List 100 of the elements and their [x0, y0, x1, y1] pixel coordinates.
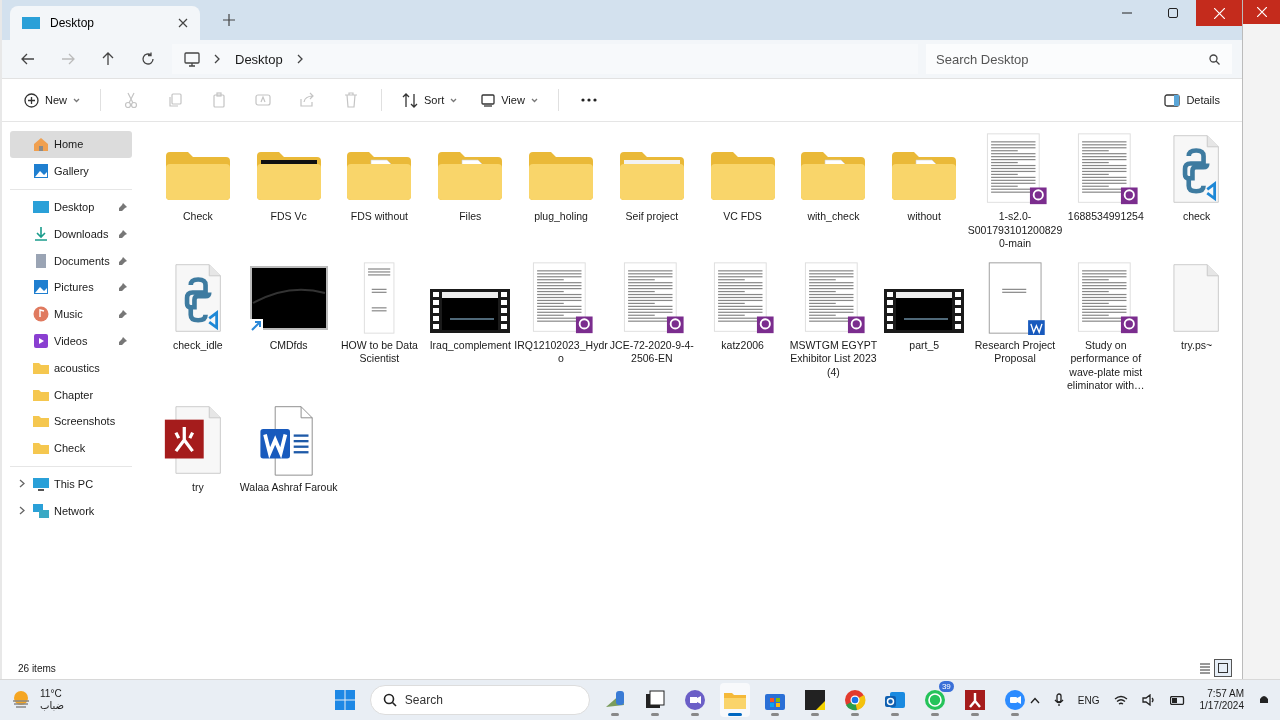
- sidebar-item[interactable]: Pictures: [10, 274, 133, 301]
- file-item[interactable]: CMDfds: [243, 258, 335, 395]
- sidebar-item[interactable]: Desktop: [10, 193, 133, 221]
- search-field[interactable]: Search Desktop: [926, 44, 1232, 74]
- notification-count: 39: [938, 681, 954, 692]
- caret-icon: [450, 97, 458, 103]
- close-button[interactable]: [1243, 0, 1280, 24]
- desktop-icon: [32, 198, 50, 216]
- weather-condition: ضباب: [40, 700, 64, 712]
- weather-icon[interactable]: [10, 689, 32, 711]
- microphone-icon[interactable]: [1053, 693, 1064, 707]
- chevron-icon[interactable]: [214, 54, 221, 64]
- breadcrumb-item[interactable]: Desktop: [235, 51, 283, 67]
- wifi-icon[interactable]: [1113, 694, 1128, 706]
- clock-date[interactable]: 1/17/2024: [1199, 700, 1244, 712]
- monitor-icon: [481, 93, 496, 107]
- maximize-icon: [1168, 8, 1178, 18]
- explorer-taskbar-button[interactable]: [719, 683, 750, 717]
- file-item[interactable]: IRQ12102023_Hydro: [515, 258, 607, 395]
- windows-icon: [334, 690, 355, 710]
- caret-icon: [73, 97, 80, 103]
- rename-icon: [254, 91, 272, 109]
- new-button[interactable]: New: [14, 85, 90, 115]
- refresh-icon: [141, 52, 155, 66]
- file-item[interactable]: plug_holing: [515, 130, 607, 253]
- file-item[interactable]: FDS Vc: [243, 130, 335, 253]
- sidebar-item[interactable]: Network: [10, 497, 133, 525]
- sidebar-item[interactable]: acoustics: [10, 354, 133, 382]
- copy-icon: [166, 91, 184, 109]
- arrow-up-icon: [101, 52, 115, 66]
- file-item[interactable]: Check: [152, 130, 244, 253]
- file-item[interactable]: Files: [424, 130, 516, 253]
- pin-icon[interactable]: [118, 335, 129, 346]
- sidebar-item[interactable]: This PC: [10, 470, 133, 498]
- file-item[interactable]: try.ps~: [1151, 258, 1242, 395]
- sidebar-item[interactable]: Home: [10, 131, 133, 158]
- file-item[interactable]: part_5: [878, 258, 970, 395]
- picture-icon: [32, 162, 50, 181]
- sidebar-item[interactable]: Chapter: [10, 381, 133, 408]
- file-item[interactable]: Iraq_complement: [424, 258, 516, 395]
- file-item[interactable]: check_idle: [152, 258, 244, 395]
- video-thumbnail-icon: [430, 286, 511, 335]
- close-icon[interactable]: [178, 18, 188, 28]
- sidebar-item[interactable]: Gallery: [10, 157, 133, 185]
- desktop-icon: [22, 16, 40, 30]
- video-thumbnail-icon: [884, 286, 965, 335]
- sort-button[interactable]: Sort: [392, 85, 468, 115]
- file-item[interactable]: katz2006: [697, 258, 788, 395]
- sidebar-item[interactable]: Downloads: [10, 220, 133, 248]
- chevron-up-icon[interactable]: [1029, 696, 1040, 704]
- close-icon: [1256, 7, 1267, 17]
- sidebar-item[interactable]: Documents: [10, 247, 133, 274]
- battery-icon[interactable]: [1169, 695, 1186, 705]
- downloads-icon: [32, 224, 50, 243]
- file-item[interactable]: Seif project: [606, 130, 698, 253]
- pin-icon[interactable]: [118, 282, 129, 293]
- temperature: 11°C: [40, 688, 63, 700]
- list-icon: [1199, 662, 1211, 674]
- file-item[interactable]: 1-s2.0-S0017931012008290-main: [969, 130, 1061, 253]
- file-item[interactable]: VC FDS: [697, 130, 788, 253]
- paste-icon: [210, 91, 228, 109]
- view-button[interactable]: View: [471, 85, 548, 115]
- close-icon: [1213, 7, 1225, 19]
- file-item[interactable]: MSWTGM EGYPT Exhibitor List 2023 (4): [788, 258, 879, 395]
- chevron-icon[interactable]: [296, 54, 304, 64]
- pin-icon[interactable]: [118, 309, 129, 320]
- sidebar-item[interactable]: Videos: [10, 327, 133, 355]
- share-icon: [298, 91, 316, 109]
- window-tab[interactable]: Desktop: [10, 6, 200, 40]
- chevron-right-icon[interactable]: [18, 478, 26, 488]
- file-item[interactable]: with_check: [788, 130, 879, 253]
- file-item[interactable]: JCE-72-2020-9-4-2506-EN: [606, 258, 698, 395]
- file-item[interactable]: check: [1151, 130, 1242, 253]
- more-icon: [580, 98, 597, 102]
- plus-circle-icon: [24, 92, 39, 108]
- file-item[interactable]: Research Project Proposal: [969, 258, 1061, 395]
- details-button[interactable]: Details: [1154, 85, 1230, 115]
- pin-icon[interactable]: [118, 255, 129, 266]
- clock-time[interactable]: 7:57 AM: [1207, 688, 1244, 700]
- sidebar-item[interactable]: Screenshots: [10, 407, 133, 435]
- cut-icon: [122, 91, 140, 109]
- taskbar-search[interactable]: Search: [369, 685, 590, 715]
- file-item[interactable]: FDS without: [334, 130, 425, 253]
- file-item[interactable]: HOW to be Data Scientist: [334, 258, 425, 395]
- sort-arrows-icon: [402, 92, 418, 108]
- pin-icon[interactable]: [118, 228, 129, 239]
- sidebar-item[interactable]: Music: [10, 300, 133, 328]
- chevron-right-icon[interactable]: [18, 505, 26, 515]
- tiles-view-button[interactable]: [1214, 659, 1232, 677]
- file-item[interactable]: Study on performance of wave-plate mist eliminator with…: [1060, 258, 1152, 395]
- pin-icon[interactable]: [118, 202, 129, 212]
- search-icon: [382, 693, 397, 707]
- panel-icon: [1164, 93, 1181, 107]
- language-indicator[interactable]: ENG: [1077, 694, 1100, 706]
- delete-icon: [342, 91, 360, 109]
- speaker-icon[interactable]: [1141, 694, 1156, 706]
- sidebar-item[interactable]: Check: [10, 434, 133, 462]
- monitor-icon[interactable]: [184, 51, 200, 67]
- item-count: 26 items: [18, 662, 56, 674]
- arrow-left-icon: [21, 52, 35, 66]
